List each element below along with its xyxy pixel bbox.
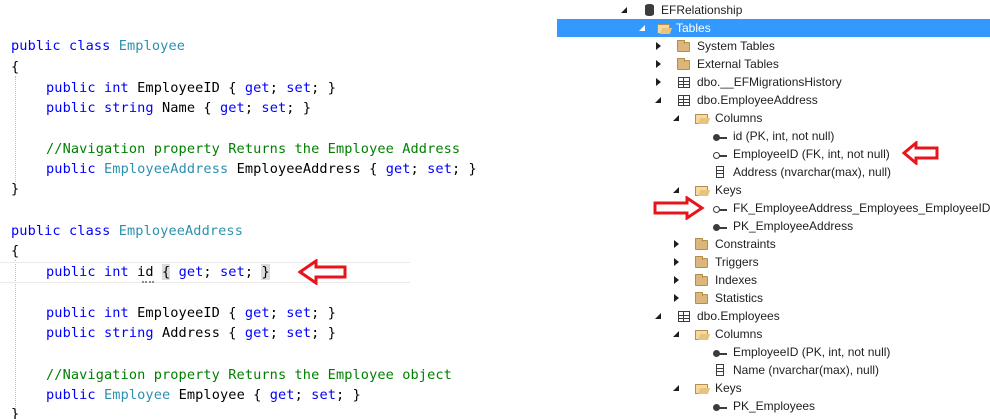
code-line-close-brace[interactable]: }: [11, 180, 19, 198]
code-comment[interactable]: //Navigation property Returns the Employ…: [46, 140, 460, 158]
folder-icon: [695, 183, 709, 197]
code-line-employeeid-prop[interactable]: public int EmployeeID { get; set; }: [46, 79, 336, 97]
object-explorer-tree[interactable]: EFRelationship Tables System Tables Exte…: [553, 0, 990, 419]
database-icon: [643, 3, 657, 17]
tree-node-statistics[interactable]: Statistics: [671, 289, 871, 307]
expand-toggle-icon[interactable]: [671, 253, 683, 271]
indent-guide: [15, 76, 16, 182]
collapse-toggle-icon[interactable]: [671, 379, 683, 397]
expand-toggle-icon[interactable]: [671, 235, 683, 253]
expand-toggle-icon[interactable]: [671, 289, 683, 307]
code-line-employee-class[interactable]: public class Employee: [11, 37, 185, 55]
tree-node-column-address[interactable]: Address (nvarchar(max), null): [713, 163, 943, 181]
tree-node-employees[interactable]: dbo.Employees: [653, 307, 873, 325]
collapse-toggle-icon[interactable]: [637, 19, 649, 37]
folder-icon: [695, 111, 709, 125]
collapse-toggle-icon[interactable]: [653, 91, 665, 109]
tree-node-foreign-key[interactable]: FK_EmployeeAddress_Employees_EmployeeID: [713, 199, 990, 217]
tree-node-database[interactable]: EFRelationship: [619, 1, 819, 19]
code-line-id-prop[interactable]: public int id { get; set; }: [46, 263, 270, 281]
column-icon: [713, 165, 727, 179]
primary-key-icon: [713, 399, 727, 413]
folder-icon: [695, 273, 709, 287]
foreign-key-icon: [713, 201, 727, 215]
code-comment[interactable]: //Navigation property Returns the Employ…: [46, 366, 452, 384]
tree-node-primary-key[interactable]: PK_Employees: [713, 397, 943, 415]
collapse-toggle-icon[interactable]: [619, 1, 631, 19]
tree-node-triggers[interactable]: Triggers: [671, 253, 871, 271]
folder-icon: [695, 291, 709, 305]
code-line-nav-prop[interactable]: public EmployeeAddress EmployeeAddress {…: [46, 160, 477, 178]
tree-node-columns[interactable]: Columns: [671, 109, 871, 127]
expand-toggle-icon[interactable]: [653, 55, 665, 73]
folder-icon: [677, 57, 691, 71]
tree-node-tables[interactable]: Tables: [557, 19, 990, 37]
collapse-toggle-icon[interactable]: [653, 307, 665, 325]
tree-node-column-employeeid[interactable]: EmployeeID (PK, int, not null): [713, 343, 943, 361]
code-line-employeeid-prop[interactable]: public int EmployeeID { get; set; }: [46, 304, 336, 322]
code-line-employeeaddress-class[interactable]: public class EmployeeAddress: [11, 222, 243, 240]
folder-icon: [695, 237, 709, 251]
suggestion-squiggle: [142, 281, 154, 283]
code-editor[interactable]: public class Employee { public int Emplo…: [0, 0, 553, 419]
code-line-open-brace[interactable]: {: [11, 58, 19, 76]
red-arrow-icon: [902, 141, 939, 165]
primary-key-icon: [713, 345, 727, 359]
expand-toggle-icon[interactable]: [653, 37, 665, 55]
tree-node-primary-key[interactable]: PK_EmployeeAddress: [713, 217, 943, 235]
code-line-address-prop[interactable]: public string Address { get; set; }: [46, 324, 336, 342]
class-name: Employee: [118, 38, 186, 54]
folder-icon: [695, 255, 709, 269]
expand-toggle-icon[interactable]: [653, 73, 665, 91]
tree-node-indexes[interactable]: Indexes: [671, 271, 871, 289]
code-line-nav-prop[interactable]: public Employee Employee { get; set; }: [46, 386, 361, 404]
column-icon: [713, 363, 727, 377]
code-line-name-prop[interactable]: public string Name { get; set; }: [46, 99, 311, 117]
red-arrow-icon: [298, 259, 347, 285]
tree-node-constraints[interactable]: Constraints: [671, 235, 871, 253]
folder-icon: [695, 327, 709, 341]
foreign-key-icon: [713, 147, 727, 161]
table-icon: [677, 75, 691, 89]
tree-node-keys[interactable]: Keys: [671, 379, 871, 397]
tree-node-migrations-history[interactable]: dbo.__EFMigrationsHistory: [653, 73, 873, 91]
tree-node-system-tables[interactable]: System Tables: [653, 37, 873, 55]
primary-key-icon: [713, 129, 727, 143]
brace-match-highlight: }: [261, 264, 270, 280]
folder-icon: [695, 381, 709, 395]
tree-node-column-name[interactable]: Name (nvarchar(max), null): [713, 361, 943, 379]
folder-icon: [657, 21, 671, 35]
code-line-close-brace[interactable]: }: [11, 405, 19, 419]
red-arrow-icon: [653, 196, 705, 220]
collapse-toggle-icon[interactable]: [671, 109, 683, 127]
tree-node-columns[interactable]: Columns: [671, 325, 871, 343]
code-line-open-brace[interactable]: {: [11, 242, 19, 260]
tree-node-external-tables[interactable]: External Tables: [653, 55, 873, 73]
tree-node-employeeaddress[interactable]: dbo.EmployeeAddress: [653, 91, 873, 109]
expand-toggle-icon[interactable]: [671, 271, 683, 289]
collapse-toggle-icon[interactable]: [671, 325, 683, 343]
table-icon: [677, 93, 691, 107]
table-icon: [677, 309, 691, 323]
class-name: EmployeeAddress: [118, 223, 243, 239]
indent-guide: [15, 260, 16, 419]
primary-key-icon: [713, 219, 727, 233]
folder-icon: [677, 39, 691, 53]
